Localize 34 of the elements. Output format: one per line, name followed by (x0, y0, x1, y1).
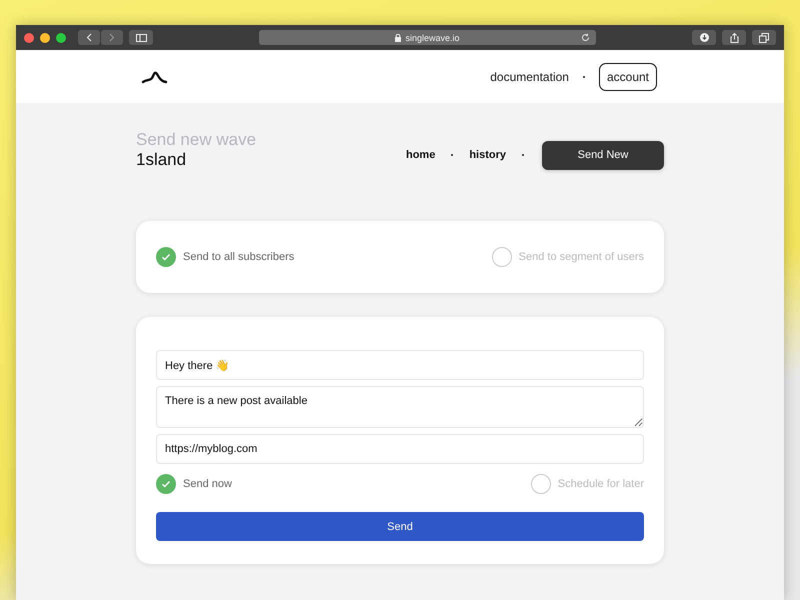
address-text: singlewave.io (405, 32, 460, 42)
separator-dot-icon (582, 76, 585, 78)
nav-link[interactable]: home (406, 149, 436, 161)
reload-icon[interactable] (581, 33, 590, 42)
sidebar-icon[interactable] (129, 30, 153, 45)
page-title: Send new wave (136, 130, 256, 150)
zoom-dot-icon[interactable] (56, 32, 66, 42)
radio-option[interactable]: Send now (156, 474, 232, 494)
address-bar[interactable]: singlewave.io (259, 30, 596, 45)
tabs-icon[interactable] (752, 30, 776, 45)
nav-link[interactable]: documentation (490, 70, 569, 84)
close-dot-icon[interactable] (24, 32, 34, 42)
download-icon[interactable] (692, 30, 716, 45)
send-new-button[interactable]: Send New (542, 140, 664, 170)
separator-dot-icon (451, 154, 454, 156)
share-icon[interactable] (722, 30, 746, 45)
radio-label: Send to all subscribers (183, 251, 294, 263)
link-field[interactable]: https://myblog.com (156, 434, 644, 464)
radio-label: Send now (183, 478, 232, 490)
forward-icon[interactable] (101, 30, 123, 45)
radio-label: Send to segment of users (518, 251, 644, 263)
radio-label: Schedule for later (558, 478, 644, 490)
minimize-dot-icon[interactable] (40, 32, 50, 42)
back-icon[interactable] (78, 30, 100, 45)
account-button[interactable]: account (598, 62, 657, 90)
send-button[interactable]: Send (156, 512, 644, 541)
message-field[interactable]: There is a new post available (156, 386, 644, 428)
nav-link[interactable]: history (469, 149, 506, 161)
subject-field[interactable]: Hey there 👋 (156, 350, 644, 380)
page-subtitle: 1sland (136, 150, 188, 170)
lock-icon (395, 34, 402, 42)
separator-dot-icon (522, 154, 524, 156)
radio-option[interactable]: Send to all subscribers (156, 247, 294, 267)
wave-logo-icon[interactable] (141, 70, 169, 84)
